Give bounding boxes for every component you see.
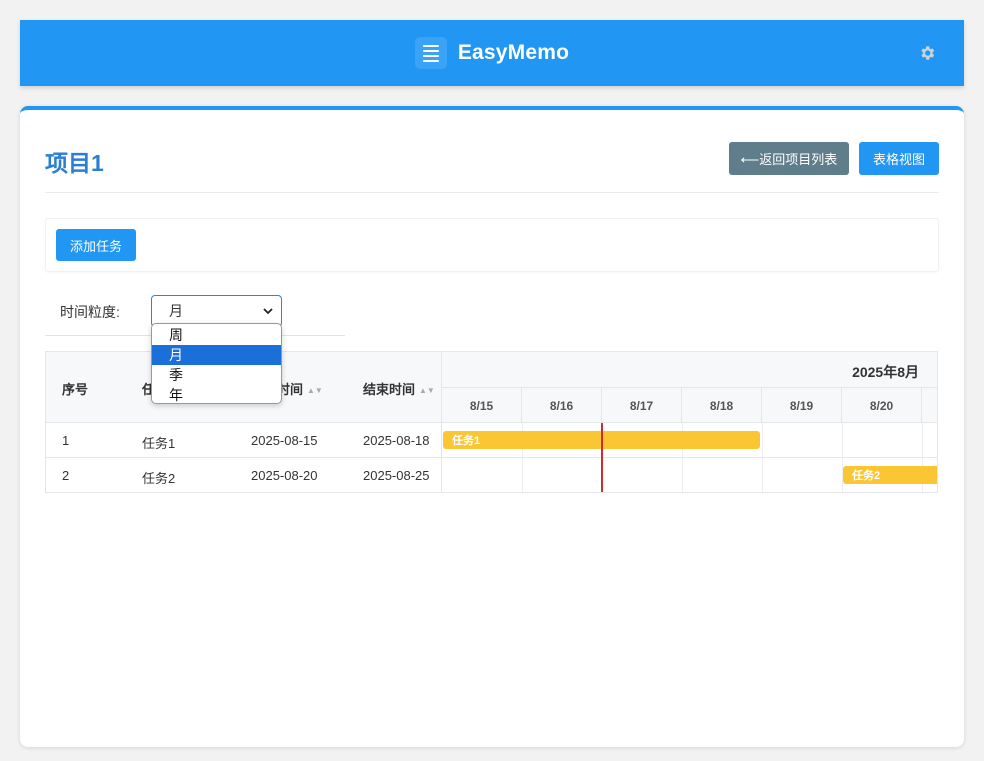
row-task-name: 任务1 xyxy=(142,436,176,451)
sort-icon[interactable]: ▲▼ xyxy=(419,386,435,395)
timeline-day: 8/20 xyxy=(842,388,922,423)
timeline-day: 8/15 xyxy=(442,388,522,423)
column-header-index: 序号 xyxy=(62,382,89,397)
divider xyxy=(45,192,939,193)
add-task-button[interactable]: 添加任务 xyxy=(56,229,136,261)
row-end-date: 2025-08-18 xyxy=(363,433,430,448)
page-title: 项目1 xyxy=(45,150,104,176)
app-header: EasyMemo xyxy=(20,20,964,86)
timeline-day: 8/18 xyxy=(682,388,762,423)
table-row[interactable]: 2 任务2 2025-08-20 2025-08-25 任务2 xyxy=(46,458,937,492)
granularity-option-quarter[interactable]: 季 xyxy=(152,365,281,385)
timeline-day: 8/19 xyxy=(762,388,842,423)
today-marker-line xyxy=(601,423,603,492)
project-card: 项目1 ⟵返回项目列表 表格视图 添加任务 时间粒度: 月 序号 任务 开始时间… xyxy=(20,106,964,747)
timeline-month-label: 2025年8月 xyxy=(852,364,919,380)
task-toolbar: 添加任务 xyxy=(45,218,939,272)
back-to-projects-button[interactable]: ⟵返回项目列表 xyxy=(729,142,849,175)
table-view-button[interactable]: 表格视图 xyxy=(859,142,939,175)
timeline-day: 8/16 xyxy=(522,388,602,423)
app-title: EasyMemo xyxy=(457,41,570,64)
granularity-option-year[interactable]: 年 xyxy=(152,385,281,403)
column-header-end-label: 结束时间 xyxy=(363,382,416,397)
granularity-label: 时间粒度: xyxy=(60,304,120,320)
row-start-date: 2025-08-15 xyxy=(251,433,318,448)
menu-lines-icon xyxy=(414,37,447,69)
task-bar[interactable]: 任务2 xyxy=(843,466,937,484)
table-row[interactable]: 1 任务1 2025-08-15 2025-08-18 任务1 xyxy=(46,423,937,458)
row-index: 1 xyxy=(62,433,70,448)
granularity-selected-value: 月 xyxy=(169,303,183,319)
timeline-month-row: 2025年8月 xyxy=(442,352,937,388)
timeline-day-row: 8/15 8/16 8/17 8/18 8/19 8/20 xyxy=(442,388,937,423)
sort-icon[interactable]: ▲▼ xyxy=(307,386,323,395)
column-header-end[interactable]: 结束时间 ▲▼ xyxy=(363,379,435,398)
row-end-date: 2025-08-25 xyxy=(363,468,430,483)
gear-icon[interactable] xyxy=(918,44,936,62)
granularity-option-week[interactable]: 周 xyxy=(152,325,281,345)
granularity-dropdown-list: 周 月 季 年 xyxy=(151,323,282,404)
row-start-date: 2025-08-20 xyxy=(251,468,318,483)
chevron-down-icon xyxy=(263,308,273,315)
row-index: 2 xyxy=(62,468,70,483)
granularity-option-month[interactable]: 月 xyxy=(152,345,281,365)
row-task-name: 任务2 xyxy=(142,471,176,486)
timeline-day: 8/17 xyxy=(602,388,682,423)
